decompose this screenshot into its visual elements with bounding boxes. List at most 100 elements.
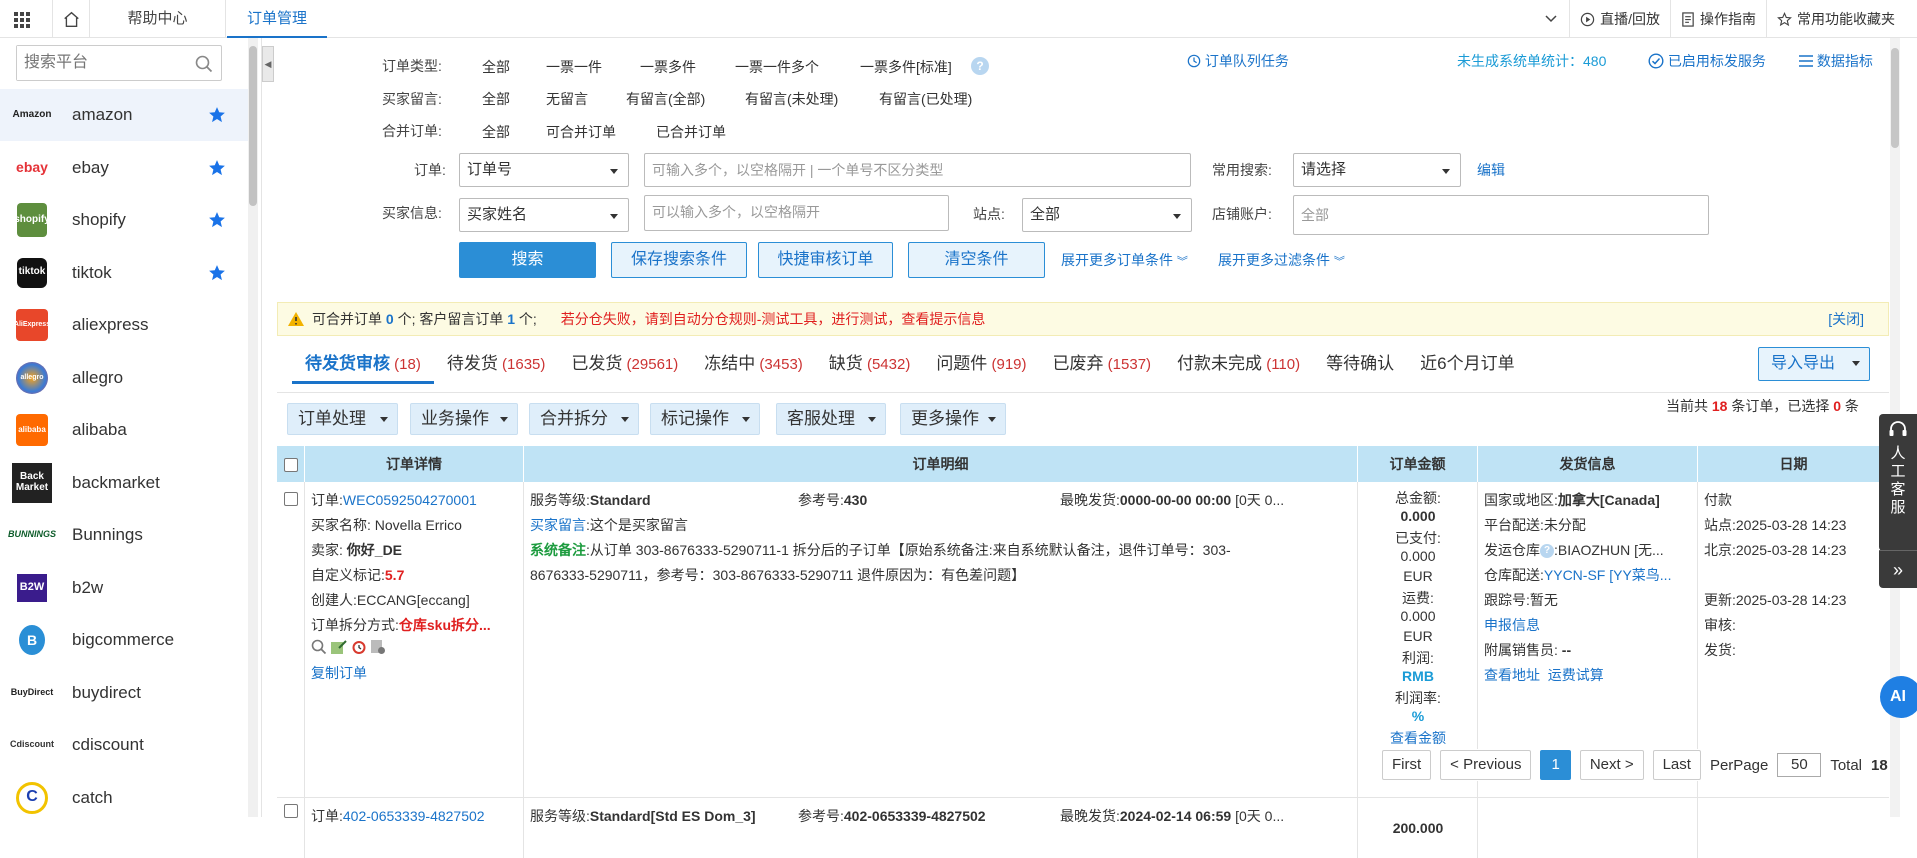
op-button-5[interactable]: 更多操作	[900, 403, 1006, 435]
tab-status-6[interactable]: 已废弃 (1537)	[1040, 344, 1165, 384]
alarm-clock-icon[interactable]	[351, 639, 367, 655]
freight-calc-link[interactable]: 运费试算	[1548, 667, 1604, 683]
live-replay-button[interactable]: 直播/回放	[1569, 0, 1670, 38]
declare-info-link[interactable]: 申报信息	[1484, 615, 1540, 635]
sidebar-item-buydirect[interactable]: BuyDirect buydirect	[0, 667, 248, 719]
buyer-msg-none[interactable]: 无留言	[546, 89, 588, 109]
app-grid-icon[interactable]	[14, 12, 30, 28]
more-filter-conditions-link[interactable]: 展开更多过滤条件 ︾	[1218, 250, 1345, 270]
merge-all[interactable]: 全部	[482, 122, 510, 142]
more-order-conditions-link[interactable]: 展开更多订单条件 ︾	[1061, 250, 1188, 270]
first-page-button[interactable]: First	[1382, 750, 1432, 780]
sidebar-item-shopify[interactable]: shopify shopify	[0, 194, 248, 246]
tab-status-7[interactable]: 付款未完成 (110)	[1164, 344, 1313, 384]
order-type-single[interactable]: 一票一件	[546, 57, 602, 77]
import-export-button[interactable]: 导入导出	[1758, 347, 1870, 381]
magnify-icon[interactable]	[311, 639, 327, 655]
op-button-0[interactable]: 订单处理	[287, 403, 398, 435]
tab-status-9[interactable]: 近6个月订单	[1407, 344, 1527, 384]
sidebar-item-alibaba[interactable]: alibaba alibaba	[0, 404, 248, 456]
edit-link[interactable]: 编辑	[1477, 160, 1505, 180]
buyer-field-select[interactable]: 买家姓名	[459, 198, 629, 232]
order-type-multi[interactable]: 一票多件	[640, 57, 696, 77]
buyer-info-input[interactable]: 可以输入多个，以空格隔开	[644, 195, 949, 231]
tab-status-8[interactable]: 等待确认	[1313, 344, 1407, 384]
ai-assistant-button[interactable]: AI	[1880, 676, 1917, 718]
data-metrics-link[interactable]: 数据指标	[1799, 51, 1873, 71]
header-select-all[interactable]	[277, 446, 305, 482]
order-type-multi-standard[interactable]: 一票多件[标准]	[860, 57, 952, 77]
search-button[interactable]: 搜索	[459, 242, 596, 278]
row-checkbox[interactable]	[284, 492, 298, 506]
sidebar-item-b2w[interactable]: B2W b2w	[0, 562, 248, 614]
tab-status-5[interactable]: 问题件 (919)	[923, 344, 1039, 384]
expand-service-button[interactable]: »	[1879, 550, 1917, 588]
platform-search-input[interactable]	[17, 46, 187, 80]
op-button-3[interactable]: 标记操作	[650, 403, 760, 435]
tab-order-management[interactable]: 订单管理	[227, 0, 327, 38]
sidebar-item-bunnings[interactable]: BUNNINGS Bunnings	[0, 509, 248, 561]
buyer-msg-all[interactable]: 全部	[482, 89, 510, 109]
sidebar-item-tiktok[interactable]: tiktok tiktok	[0, 247, 248, 299]
quick-review-button[interactable]: 快捷审核订单	[758, 242, 893, 278]
order-no-link[interactable]: 402-0653339-4827502	[343, 808, 485, 824]
merge-possible[interactable]: 可合并订单	[546, 122, 616, 142]
sidebar-item-bigcommerce[interactable]: Bbigcommerce	[0, 614, 248, 666]
tab-status-4[interactable]: 缺货 (5432)	[816, 344, 924, 384]
sidebar-item-catch[interactable]: Ccatch	[0, 772, 248, 818]
merge-done[interactable]: 已合并订单	[656, 122, 726, 142]
order-type-all[interactable]: 全部	[482, 57, 510, 77]
help-question-icon[interactable]: ?	[971, 57, 989, 76]
enabled-service-link[interactable]: 已启用标发服务	[1648, 51, 1766, 71]
warehouse-help-icon[interactable]: ?	[1540, 544, 1554, 559]
common-search-select[interactable]: 请选择	[1293, 153, 1461, 187]
last-page-button[interactable]: Last	[1652, 750, 1701, 780]
sidebar-item-allegro[interactable]: allegro allegro	[0, 352, 248, 404]
sidebar-collapse-button[interactable]: ◀	[262, 46, 274, 82]
order-number-input[interactable]: 可输入多个，以空格隔开 | 一个单号不区分类型	[644, 153, 1191, 187]
buyer-msg-unhandled[interactable]: 有留言(未处理)	[745, 89, 838, 109]
star-icon[interactable]	[208, 159, 226, 177]
sidebar-item-aliexpress[interactable]: AliExpress aliexpress	[0, 299, 248, 351]
star-icon[interactable]	[208, 211, 226, 229]
tab-status-0[interactable]: 待发货审核 (18)	[292, 344, 434, 384]
sidebar-item-backmarket[interactable]: Back Market backmarket	[0, 457, 248, 509]
select-all-checkbox[interactable]	[283, 458, 298, 473]
current-page-button[interactable]: 1	[1540, 750, 1571, 780]
star-icon[interactable]	[208, 264, 226, 282]
guide-button[interactable]: 操作指南	[1670, 0, 1766, 38]
sidebar-item-ebay[interactable]: ebay ebay	[0, 142, 248, 194]
view-address-link[interactable]: 查看地址	[1484, 667, 1540, 683]
settings-doc-icon[interactable]	[370, 639, 386, 655]
sidebar-item-cdiscount[interactable]: Cdiscount cdiscount	[0, 719, 248, 771]
buyer-msg-has-all[interactable]: 有留言(全部)	[626, 89, 705, 109]
star-icon[interactable]	[208, 106, 226, 124]
sidebar-item-amazon[interactable]: Amazon amazon	[0, 89, 248, 141]
order-type-single-multi[interactable]: 一票一件多个	[735, 57, 819, 77]
edit-green-icon[interactable]	[330, 639, 348, 655]
search-icon[interactable]	[195, 55, 213, 73]
home-button[interactable]	[52, 0, 90, 38]
op-button-1[interactable]: 业务操作	[410, 403, 518, 435]
row-checkbox[interactable]	[284, 804, 298, 818]
notice-close-link[interactable]: [关闭]	[1828, 303, 1864, 335]
tab-help-center[interactable]: 帮助中心	[90, 0, 226, 38]
order-no-link[interactable]: WEC0592504270001	[343, 492, 477, 508]
per-page-input[interactable]: 50	[1777, 753, 1822, 777]
tab-status-1[interactable]: 待发货 (1635)	[434, 344, 559, 384]
shop-account-input[interactable]: 全部	[1293, 195, 1709, 235]
order-queue-task-link[interactable]: 订单队列任务	[1187, 51, 1289, 71]
previous-page-button[interactable]: < Previous	[1440, 750, 1532, 780]
op-button-4[interactable]: 客服处理	[776, 403, 886, 435]
buyer-msg-handled[interactable]: 有留言(已处理)	[879, 89, 972, 109]
tab-status-2[interactable]: 已发货 (29561)	[558, 344, 691, 384]
favorites-button[interactable]: 常用功能收藏夹	[1766, 0, 1917, 38]
save-search-button[interactable]: 保存搜索条件	[611, 242, 747, 278]
customer-service-widget[interactable]: 人工客服	[1879, 414, 1917, 551]
sidebar-scrollbar[interactable]	[248, 38, 258, 817]
view-amount-link[interactable]: 查看金额	[1358, 728, 1477, 748]
buyer-message-label[interactable]: 买家留言	[530, 517, 586, 533]
expand-chevron-button[interactable]	[1533, 0, 1569, 38]
copy-order-link[interactable]: 复制订单	[311, 663, 367, 683]
tab-status-3[interactable]: 冻结中 (3453)	[691, 344, 816, 384]
